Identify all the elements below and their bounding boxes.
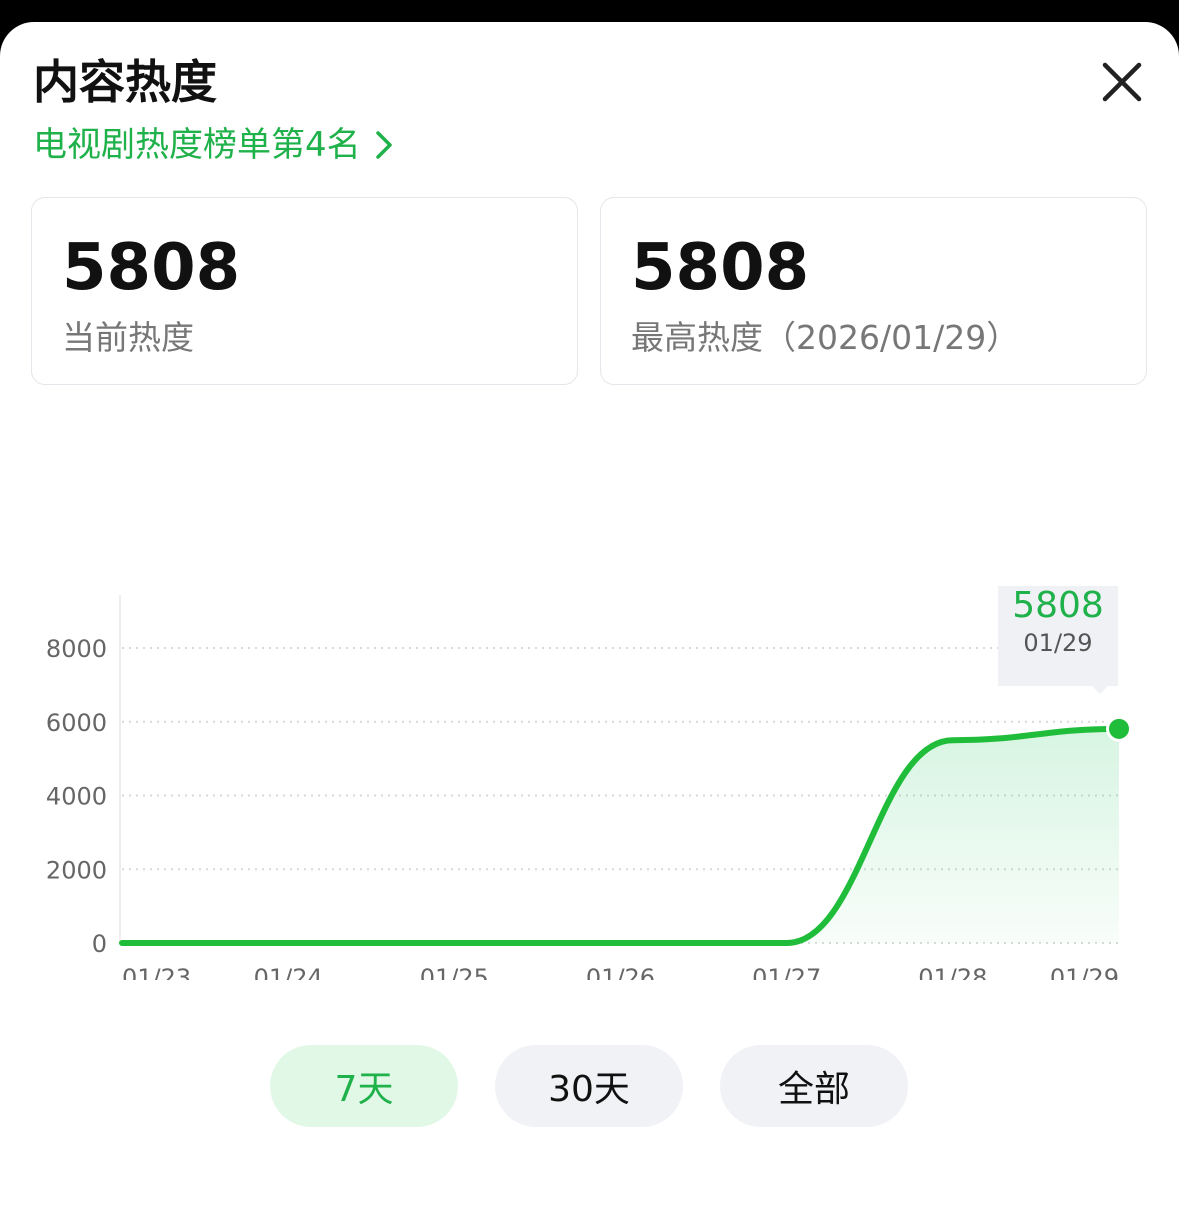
range-tab-all[interactable]: 全部 [720, 1045, 908, 1127]
current-heat-value: 5808 [62, 231, 241, 305]
peak-heat-label: 最高热度（2026/01/29） [631, 318, 1020, 357]
y-tick-label: 2000 [46, 856, 107, 884]
range-tab-30d[interactable]: 30天 [495, 1045, 683, 1127]
x-tick-label: 01/27 [752, 964, 821, 980]
close-button[interactable] [1092, 52, 1152, 112]
x-tick-label: 01/29 [1050, 964, 1119, 980]
x-tick-label: 01/23 [122, 964, 191, 980]
y-tick-label: 6000 [46, 709, 107, 737]
chart-tooltip: 5808 01/29 [998, 585, 1118, 659]
current-heat-card: 5808 当前热度 [31, 197, 578, 385]
page-title: 内容热度 [33, 55, 217, 109]
chevron-right-icon [375, 130, 393, 160]
x-tick-label: 01/24 [254, 964, 323, 980]
peak-heat-card: 5808 最高热度（2026/01/29） [600, 197, 1147, 385]
peak-heat-value: 5808 [631, 231, 810, 305]
y-tick-label: 0 [92, 930, 107, 958]
x-tick-label: 01/26 [586, 964, 655, 980]
rank-text: 电视剧热度榜单第4名 [33, 125, 361, 165]
current-heat-label: 当前热度 [62, 318, 194, 357]
series-area [122, 728, 1119, 943]
rank-link[interactable]: 电视剧热度榜单第4名 [33, 122, 393, 168]
highlight-point [1109, 718, 1129, 739]
y-tick-label: 8000 [46, 635, 107, 663]
x-tick-label: 01/25 [420, 964, 489, 980]
close-icon [1102, 62, 1142, 102]
tooltip-date: 01/29 [1023, 629, 1093, 657]
y-tick-label: 4000 [46, 783, 107, 811]
tooltip-value: 5808 [1012, 585, 1104, 626]
x-tick-label: 01/28 [918, 964, 987, 980]
range-tab-7d[interactable]: 7天 [270, 1045, 458, 1127]
